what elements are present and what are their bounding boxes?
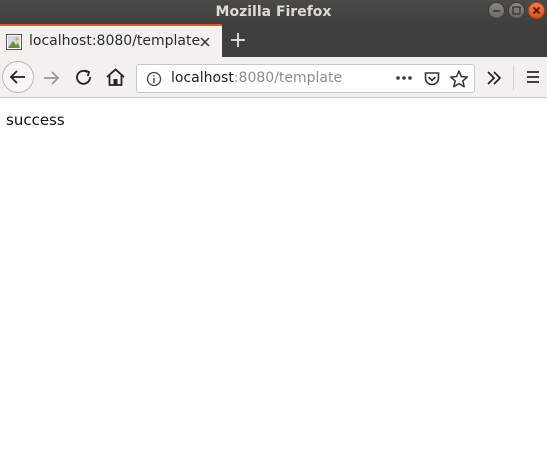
- close-button[interactable]: [528, 2, 545, 19]
- url-path: :8080/template: [233, 70, 343, 86]
- info-icon[interactable]: [146, 71, 162, 87]
- back-icon: [9, 70, 25, 84]
- window-titlebar: Mozilla Firefox: [0, 0, 547, 24]
- bookmark-star-icon[interactable]: [449, 69, 469, 89]
- favicon-icon: [6, 34, 22, 50]
- minimize-button[interactable]: [488, 2, 505, 19]
- new-tab-icon[interactable]: [229, 31, 247, 49]
- page-body-text: success: [6, 111, 65, 129]
- page-content: success: [0, 99, 547, 449]
- home-icon[interactable]: [105, 67, 126, 88]
- tab-close-icon[interactable]: [198, 35, 212, 49]
- close-icon: [532, 6, 541, 15]
- tab-strip: localhost:8080/template: [0, 24, 547, 57]
- url-bar[interactable]: localhost:8080/template: [136, 64, 475, 93]
- menu-icon[interactable]: [525, 69, 541, 85]
- overflow-icon[interactable]: [485, 69, 503, 87]
- maximize-icon: [512, 6, 521, 15]
- toolbar-separator: [513, 65, 514, 90]
- tab-active[interactable]: localhost:8080/template: [0, 24, 222, 57]
- pocket-icon[interactable]: [423, 70, 441, 88]
- navigation-toolbar: localhost:8080/template: [0, 57, 547, 98]
- reload-icon[interactable]: [74, 68, 94, 88]
- tab-title: localhost:8080/template: [29, 33, 201, 49]
- maximize-button[interactable]: [508, 2, 525, 19]
- back-button[interactable]: [2, 61, 34, 93]
- minimize-icon: [493, 10, 500, 12]
- window-title: Mozilla Firefox: [215, 4, 332, 20]
- url-host: localhost: [171, 70, 234, 86]
- window-controls: [488, 2, 545, 19]
- url-text: localhost:8080/template: [171, 70, 342, 86]
- forward-icon[interactable]: [41, 68, 61, 88]
- page-actions-icon[interactable]: [395, 75, 413, 81]
